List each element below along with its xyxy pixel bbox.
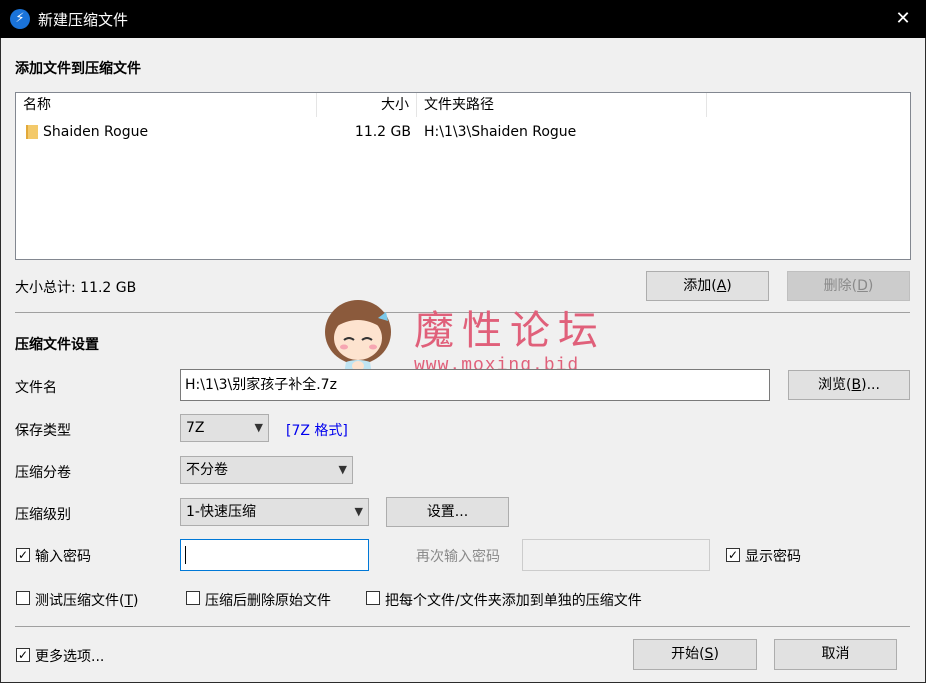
total-size-label: 大小总计: 11.2 GB: [15, 280, 137, 296]
delete-button[interactable]: 删除(D): [787, 271, 910, 301]
chevron-down-icon: ▼: [338, 463, 347, 476]
file-list[interactable]: 名称 大小 文件夹路径 Shaiden Rogue 11.2 GB H:\1\3…: [15, 92, 911, 260]
separate-archives-checkbox[interactable]: [366, 591, 380, 605]
more-options-label: 更多选项...: [35, 649, 105, 665]
split-select[interactable]: 不分卷 ▼: [180, 456, 353, 484]
footer-divider: [15, 626, 910, 627]
close-icon[interactable]: ✕: [880, 0, 926, 38]
start-button[interactable]: 开始(S): [633, 639, 757, 670]
chevron-down-icon: ▼: [254, 421, 263, 434]
cancel-button[interactable]: 取消: [774, 639, 897, 670]
password-checkbox[interactable]: ✓: [16, 548, 30, 562]
password-label: 输入密码: [35, 549, 91, 565]
filename-input[interactable]: H:\1\3\别家孩子补全.7z: [180, 369, 770, 401]
split-label: 压缩分卷: [15, 465, 71, 481]
level-select[interactable]: 1-快速压缩 ▼: [180, 498, 369, 526]
folder-icon: [26, 125, 38, 139]
column-header-name[interactable]: 名称: [16, 93, 317, 117]
separate-archives-label: 把每个文件/文件夹添加到单独的压缩文件: [385, 593, 642, 609]
browse-button[interactable]: 浏览(B)...: [788, 370, 910, 400]
file-row-name[interactable]: Shaiden Rogue: [43, 121, 148, 143]
watermark-text: 魔性论坛: [414, 308, 606, 354]
show-password-label: 显示密码: [745, 549, 801, 565]
test-archive-label: 测试压缩文件(T): [35, 593, 139, 609]
file-row-path: H:\1\3\Shaiden Rogue: [424, 124, 577, 140]
reenter-password-input[interactable]: [522, 539, 710, 571]
show-password-checkbox[interactable]: ✓: [726, 548, 740, 562]
title-bar: ⚡ 新建压缩文件 ✕: [0, 0, 926, 38]
level-label: 压缩级别: [15, 507, 71, 523]
app-logo-icon: ⚡: [10, 9, 30, 29]
file-row-size: 11.2 GB: [354, 124, 411, 140]
test-archive-checkbox[interactable]: [16, 591, 30, 605]
add-section-title: 添加文件到压缩文件: [15, 61, 141, 77]
more-options-checkbox[interactable]: ✓: [16, 648, 30, 662]
reenter-password-label: 再次输入密码: [416, 549, 500, 565]
password-input[interactable]: [180, 539, 369, 571]
delete-after-checkbox[interactable]: [186, 591, 200, 605]
format-link[interactable]: [7Z 格式]: [286, 420, 348, 440]
chevron-down-icon: ▼: [354, 505, 363, 518]
save-type-select[interactable]: 7Z ▼: [180, 414, 269, 442]
column-header-size[interactable]: 大小: [317, 93, 417, 117]
text-caret: [185, 546, 186, 564]
settings-section-title: 压缩文件设置: [15, 337, 99, 353]
settings-button[interactable]: 设置...: [386, 497, 509, 527]
window-title: 新建压缩文件: [38, 11, 129, 29]
delete-after-label: 压缩后删除原始文件: [205, 593, 331, 609]
save-type-label: 保存类型: [15, 423, 71, 439]
filename-label: 文件名: [15, 380, 57, 396]
add-button[interactable]: 添加(A): [646, 271, 769, 301]
column-header-path[interactable]: 文件夹路径: [417, 93, 707, 117]
